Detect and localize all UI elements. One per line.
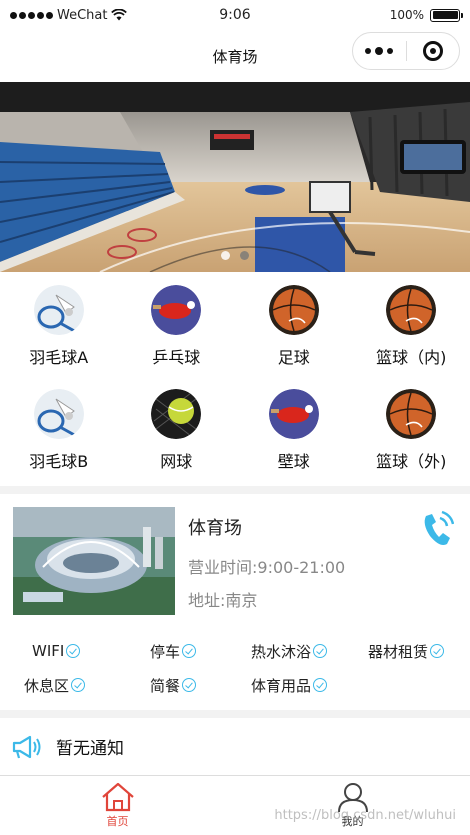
status-bar: WeChat 9:06 100% xyxy=(0,0,470,30)
venue-hours: 营业时间:9:00-21:00 xyxy=(188,558,346,577)
category-item[interactable]: 羽毛球B xyxy=(0,382,118,486)
check-circle-icon xyxy=(430,644,445,658)
amenity-tag: 停车 xyxy=(150,641,197,662)
section-divider xyxy=(0,710,470,718)
mini-program-capsule xyxy=(352,32,460,70)
more-menu-button[interactable] xyxy=(353,33,406,69)
home-icon xyxy=(101,782,134,812)
amenity-label: 体育用品 xyxy=(251,676,312,695)
carousel-dot[interactable] xyxy=(240,251,249,260)
amenity-tag: 体育用品 xyxy=(251,675,328,696)
category-label: 足球 xyxy=(277,348,310,367)
amenities-list: WIFI 停车 热水沐浴 器材租赁 休息区 简餐 体育用品 xyxy=(0,636,470,700)
basketball-icon xyxy=(386,285,437,335)
amenity-label: 热水沐浴 xyxy=(251,642,312,661)
carousel-indicator xyxy=(0,251,470,260)
watermark: https://blog.csdn.net/wluhui xyxy=(274,808,456,823)
amenity-label: 停车 xyxy=(150,642,181,661)
page-title: 体育场 xyxy=(212,47,258,66)
category-label: 羽毛球A xyxy=(29,348,89,367)
amenity-label: WIFI xyxy=(32,642,65,660)
amenity-tag: 休息区 xyxy=(24,675,86,696)
bottom-tab-bar: 首页 我的 xyxy=(0,775,470,835)
section-divider xyxy=(0,486,470,494)
amenity-tag: 热水沐浴 xyxy=(251,641,328,662)
notice-text: 暂无通知 xyxy=(56,739,124,759)
signal-icon xyxy=(10,11,53,19)
amenity-label: 休息区 xyxy=(24,676,70,695)
notice-bar[interactable]: 暂无通知 xyxy=(0,718,470,775)
category-label: 壁球 xyxy=(277,452,310,471)
category-label: 羽毛球B xyxy=(29,452,89,471)
category-item[interactable]: 羽毛球A xyxy=(0,278,118,382)
wifi-icon xyxy=(111,9,128,21)
badminton-shuttlecock-icon xyxy=(33,285,84,335)
carousel-dot-active[interactable] xyxy=(221,251,230,260)
target-icon xyxy=(422,41,443,61)
table-tennis-paddle-icon xyxy=(268,389,319,439)
category-label: 乒乓球 xyxy=(152,348,201,367)
basketball-icon xyxy=(386,389,437,439)
ball-icon xyxy=(268,285,319,335)
category-label: 网球 xyxy=(160,452,193,471)
navigation-bar: 体育场 xyxy=(0,30,470,82)
close-mini-program-button[interactable] xyxy=(407,33,460,69)
banner-image xyxy=(0,82,470,272)
amenity-label: 简餐 xyxy=(150,676,181,695)
check-circle-icon xyxy=(182,678,197,692)
check-circle-icon xyxy=(313,678,328,692)
battery-icon xyxy=(430,8,463,22)
amenity-tag: 简餐 xyxy=(150,675,197,696)
table-tennis-paddle-icon xyxy=(151,285,202,335)
check-circle-icon xyxy=(182,644,197,658)
check-circle-icon xyxy=(71,678,86,692)
venue-card: 体育场 营业时间:9:00-21:00 地址:南京 WIFI 停车 热水沐浴 器… xyxy=(0,496,470,710)
venue-name: 体育场 xyxy=(188,518,242,539)
tab-home-label: 首页 xyxy=(106,815,129,828)
phone-icon[interactable] xyxy=(420,510,454,548)
megaphone-icon xyxy=(12,735,41,758)
category-label: 篮球（外) xyxy=(376,452,447,471)
check-circle-icon xyxy=(66,644,81,658)
venue-address: 地址:南京 xyxy=(188,591,258,610)
banner-carousel[interactable] xyxy=(0,82,470,272)
tab-home[interactable]: 首页 xyxy=(0,776,235,835)
category-item[interactable]: 篮球（外) xyxy=(353,382,470,486)
category-item[interactable]: 乒乓球 xyxy=(118,278,236,382)
category-item[interactable]: 篮球（内) xyxy=(353,278,470,382)
tennis-ball-icon xyxy=(151,389,202,439)
category-item[interactable]: 壁球 xyxy=(235,382,353,486)
carrier-label: WeChat xyxy=(57,7,108,23)
amenity-tag: 器材租赁 xyxy=(368,641,445,662)
sport-category-grid: 羽毛球A 乒乓球 足球 篮球（内) 羽毛球B 网球 壁球 篮球（外) xyxy=(0,278,470,486)
badminton-shuttlecock-icon xyxy=(33,389,84,439)
category-item[interactable]: 网球 xyxy=(118,382,236,486)
category-item[interactable]: 足球 xyxy=(235,278,353,382)
venue-image[interactable] xyxy=(13,507,175,615)
tab-mine[interactable]: 我的 xyxy=(235,776,470,835)
amenity-tag: WIFI xyxy=(32,642,81,660)
battery-percent: 100% xyxy=(389,8,424,22)
amenity-label: 器材租赁 xyxy=(368,642,429,661)
category-label: 篮球（内) xyxy=(376,348,447,367)
check-circle-icon xyxy=(313,644,328,658)
